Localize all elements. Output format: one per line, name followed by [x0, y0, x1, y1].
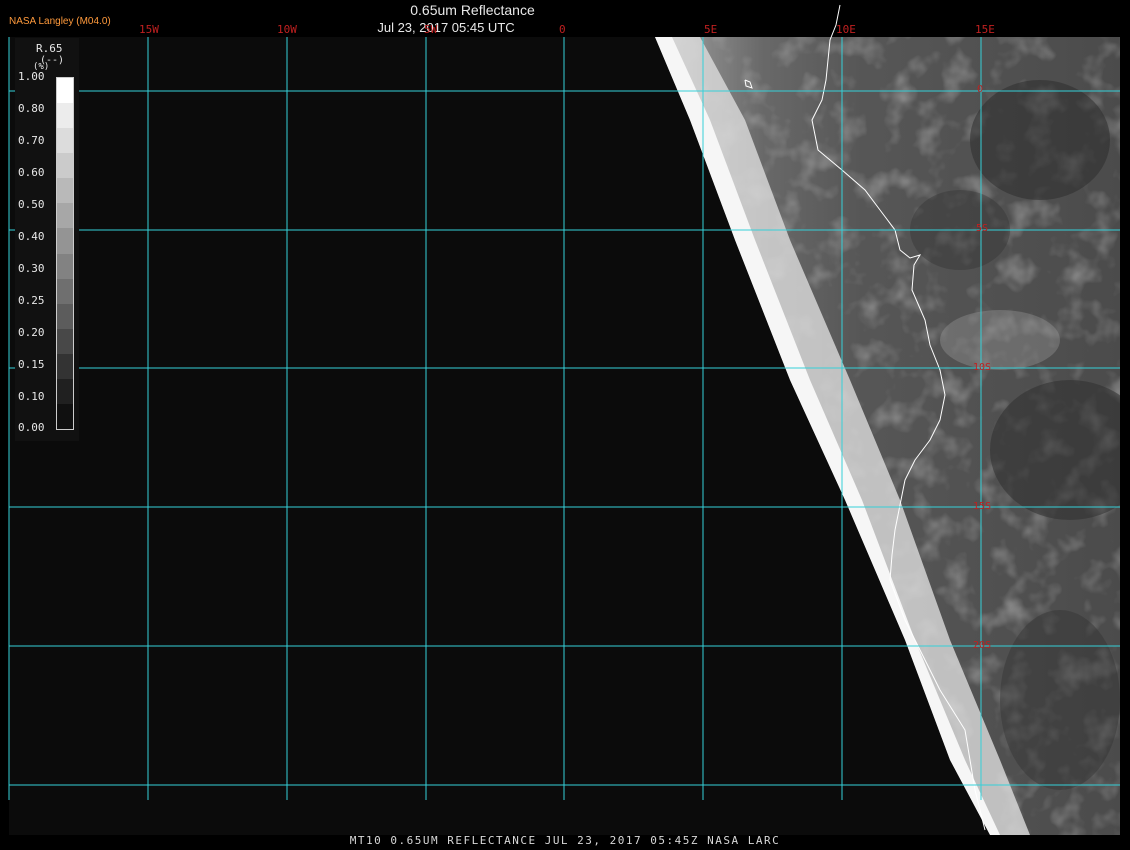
footer-caption: MT10 0.65UM REFLECTANCE JUL 23, 2017 05:… [349, 834, 781, 847]
lat-label-20s: 20S [973, 640, 992, 651]
lon-label-0: 0 [559, 23, 566, 36]
colorbar-swatch [57, 253, 73, 279]
colorbar-swatch [57, 78, 73, 104]
image-title: 0.65um Reflectance [410, 2, 535, 18]
lat-label-5s: 5S [976, 223, 989, 234]
lat-label-15s: 15S [973, 501, 992, 512]
colorbar-swatch [57, 278, 73, 304]
legend-tick-label: 0.10 [18, 390, 45, 403]
colorbar-swatch [57, 328, 73, 354]
lon-label-10w: 10W [277, 23, 297, 36]
legend-tick-label: 0.15 [18, 358, 45, 371]
colorbar-swatch [57, 178, 73, 204]
legend-title: R.65 [36, 42, 63, 55]
colorbar-swatch [57, 128, 73, 154]
legend-tick-label: 0.30 [18, 262, 45, 275]
legend-tick-label: 0.20 [18, 326, 45, 339]
lon-label-15w: 15W [139, 23, 159, 36]
colorbar-swatch [57, 153, 73, 179]
lat-label-10s: 10S [973, 362, 992, 373]
colorbar-swatch [57, 378, 73, 405]
legend-tick-label: 0.00 [18, 421, 45, 434]
colorbar-swatch [57, 228, 73, 254]
legend-tick-label: 0.40 [18, 230, 45, 243]
lon-label-5e: 5E [704, 23, 718, 36]
lon-label-15e: 15E [975, 23, 995, 36]
colorbar-swatch [57, 404, 73, 430]
lon-label-5w: 5W [424, 23, 438, 36]
legend-tick-label: 0.50 [18, 198, 45, 211]
satellite-map [8, 4, 1120, 835]
legend-tick-label: 1.00 [18, 70, 45, 83]
legend-tick-label: 0.80 [18, 102, 45, 115]
legend-tick-label: 0.60 [18, 166, 45, 179]
lat-label-0: 0 [977, 84, 984, 95]
colorbar-swatch [57, 103, 73, 129]
colorbar-swatch [57, 303, 73, 329]
colorbar [56, 77, 74, 430]
image-datetime: Jul 23, 2017 05:45 UTC [377, 20, 515, 35]
colorbar-swatch [57, 203, 73, 229]
colorbar-swatch [57, 353, 73, 379]
legend-unit: (--) [40, 55, 65, 66]
lon-label-10e: 10E [836, 23, 856, 36]
legend-tick-label: 0.70 [18, 134, 45, 147]
legend-tick-label: 0.25 [18, 294, 45, 307]
